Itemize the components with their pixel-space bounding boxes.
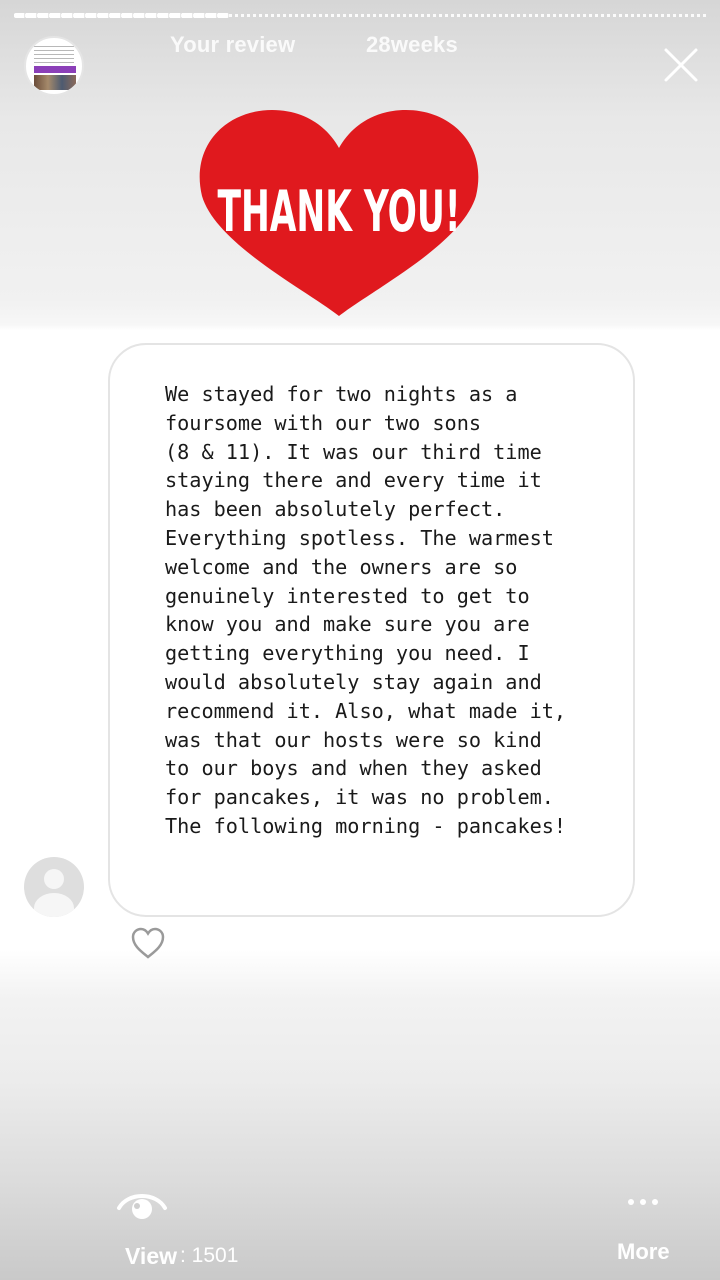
heart-outline-icon[interactable] bbox=[130, 927, 166, 959]
avatar-photo bbox=[34, 75, 76, 90]
avatar-banner bbox=[34, 66, 76, 73]
thank-you-heart-image: THANK YOU! bbox=[199, 110, 479, 316]
story-time-ago: 28weeks bbox=[366, 32, 458, 57]
view-count: : 1501 bbox=[180, 1244, 239, 1267]
profile-avatar[interactable] bbox=[24, 36, 84, 96]
story-title: Your review bbox=[170, 32, 296, 57]
eye-icon[interactable] bbox=[116, 1186, 168, 1226]
close-icon[interactable] bbox=[660, 44, 702, 86]
heart-text: THANK YOU! bbox=[217, 179, 460, 245]
review-text: We stayed for two nights as a foursome w… bbox=[165, 382, 567, 838]
story-progress-fill bbox=[14, 13, 229, 18]
view-label[interactable]: View bbox=[125, 1243, 177, 1270]
more-dots-icon[interactable] bbox=[627, 1196, 659, 1208]
ghost-user-avatar bbox=[24, 857, 84, 917]
avatar-text-lines bbox=[34, 46, 74, 64]
more-button[interactable]: More bbox=[617, 1239, 670, 1265]
